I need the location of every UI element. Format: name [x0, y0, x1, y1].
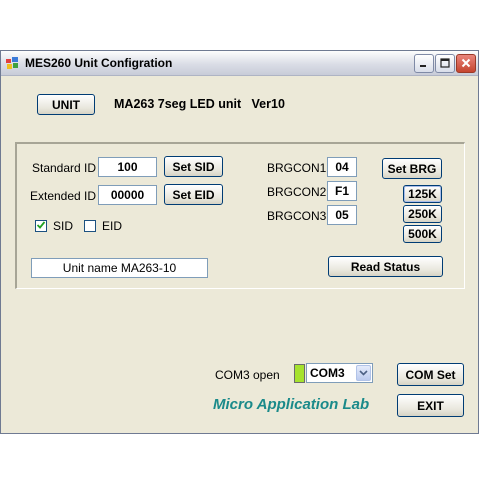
rate-500k-button[interactable]: 500K — [403, 225, 442, 243]
unit-button[interactable]: UNIT — [37, 94, 95, 115]
minimize-icon — [419, 57, 429, 71]
maximize-icon — [440, 57, 450, 71]
brgcon2-label: BRGCON2 — [267, 185, 327, 199]
brand-text: Micro Application Lab — [213, 396, 370, 413]
window-title: MES260 Unit Configration — [25, 56, 173, 70]
unit-name-field[interactable]: Unit name MA263-10 — [31, 258, 208, 278]
standard-id-label: Standard ID — [32, 161, 97, 175]
brgcon3-input[interactable]: 05 — [327, 205, 357, 225]
set-brg-button[interactable]: Set BRG — [382, 158, 442, 179]
chevron-down-icon[interactable] — [356, 365, 371, 381]
eid-checkbox[interactable] — [84, 220, 96, 232]
com-status-indicator — [294, 364, 305, 383]
extended-id-input[interactable]: 00000 — [98, 185, 157, 205]
com-port-value: COM3 — [310, 366, 345, 380]
com-port-select[interactable]: COM3 — [306, 363, 373, 383]
brgcon3-label: BRGCON3 — [267, 209, 327, 223]
minimize-button[interactable] — [414, 54, 434, 73]
com-set-button[interactable]: COM Set — [397, 363, 464, 386]
set-sid-button[interactable]: Set SID — [164, 156, 223, 177]
brgcon2-input[interactable]: F1 — [327, 181, 357, 201]
brgcon1-label: BRGCON1 — [267, 161, 327, 175]
com-status-label: COM3 open — [215, 368, 280, 382]
rate-125k-button[interactable]: 125K — [403, 185, 442, 203]
standard-id-input[interactable]: 100 — [98, 157, 157, 177]
exit-button[interactable]: EXIT — [397, 394, 464, 417]
sid-checkbox[interactable] — [35, 220, 47, 232]
extended-id-label: Extended ID — [30, 189, 97, 203]
close-button[interactable] — [456, 54, 476, 73]
main-window: MES260 Unit Configration UNIT MA263 7seg… — [0, 50, 479, 434]
sid-checkbox-label: SID — [53, 219, 74, 233]
rate-250k-button[interactable]: 250K — [403, 205, 442, 223]
app-icon — [6, 57, 18, 69]
set-eid-button[interactable]: Set EID — [164, 184, 223, 205]
title-bar[interactable]: MES260 Unit Configration — [1, 51, 478, 76]
brgcon1-input[interactable]: 04 — [327, 157, 357, 177]
maximize-button[interactable] — [435, 54, 455, 73]
unit-description: MA263 7seg LED unit Ver10 — [114, 97, 285, 111]
read-status-button[interactable]: Read Status — [328, 256, 443, 277]
checkmark-icon — [36, 219, 46, 233]
eid-checkbox-label: EID — [102, 219, 123, 233]
close-icon — [461, 57, 471, 71]
